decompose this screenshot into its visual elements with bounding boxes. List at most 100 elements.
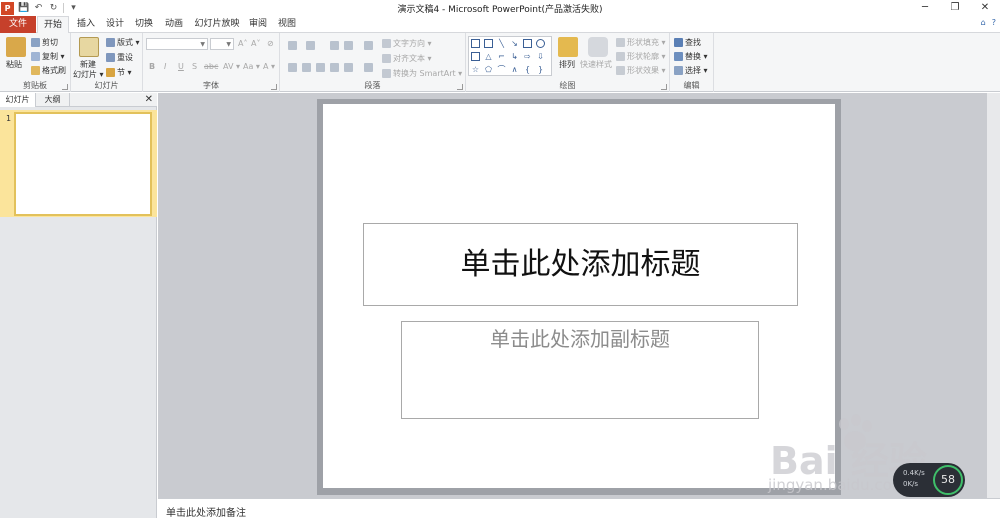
tab-slideshow[interactable]: 幻灯片放映 xyxy=(193,16,241,33)
dialog-launcher-icon[interactable] xyxy=(271,84,277,90)
dialog-launcher-icon[interactable] xyxy=(62,84,68,90)
align-right-icon[interactable] xyxy=(316,63,325,72)
paste-button[interactable]: 粘贴 xyxy=(6,59,22,70)
tab-insert[interactable]: 插入 xyxy=(72,16,100,33)
right-arrow-shape-icon[interactable]: ⇨ xyxy=(523,52,532,61)
shape-fill-button[interactable]: 形状填充 ▾ xyxy=(616,37,666,48)
group-clipboard: 粘贴 剪切 复制 ▾ 格式刷 剪贴板 xyxy=(0,33,71,92)
network-speed-widget[interactable]: 0.4K/s 0K/s 58 xyxy=(893,463,965,497)
brace-left-shape-icon[interactable]: { xyxy=(523,65,532,74)
italic-button[interactable]: I xyxy=(164,62,166,71)
arrange-button[interactable]: 排列 xyxy=(559,59,575,70)
bullets-icon[interactable] xyxy=(288,41,297,50)
layout-button[interactable]: 版式 ▾ xyxy=(106,37,140,48)
title-placeholder[interactable]: 单击此处添加标题 xyxy=(363,223,798,306)
reset-button[interactable]: 重设 xyxy=(106,52,133,63)
clear-format-button[interactable]: ⊘ xyxy=(267,39,274,48)
char-spacing-button[interactable]: AV ▾ xyxy=(223,62,240,71)
close-button[interactable]: ✕ xyxy=(970,0,1000,16)
vertical-textbox-shape-icon[interactable] xyxy=(484,39,493,48)
group-label: 字体 xyxy=(203,81,219,90)
tab-outline-pane[interactable]: 大纲 xyxy=(36,93,70,107)
notes-pane[interactable]: 单击此处添加备注 xyxy=(158,498,1000,518)
paste-icon[interactable] xyxy=(6,37,26,57)
rectangle2-shape-icon[interactable] xyxy=(471,52,480,61)
triangle-shape-icon[interactable]: △ xyxy=(484,52,493,61)
tab-review[interactable]: 审阅 xyxy=(246,16,270,33)
dialog-launcher-icon[interactable] xyxy=(457,84,463,90)
elbow-arrow-shape-icon[interactable]: ↳ xyxy=(510,52,519,61)
help-icon[interactable]: ? xyxy=(992,18,996,27)
find-button[interactable]: 查找 xyxy=(674,37,701,48)
line-spacing-icon[interactable] xyxy=(364,41,373,50)
shape-effects-button[interactable]: 形状效果 ▾ xyxy=(616,65,666,76)
tab-file[interactable]: 文件 xyxy=(0,16,36,33)
quick-styles-button[interactable]: 快速样式 xyxy=(580,59,612,70)
format-painter-button[interactable]: 格式刷 xyxy=(31,65,66,76)
underline-button[interactable]: U xyxy=(178,62,184,71)
text-direction-button[interactable]: 文字方向 ▾ xyxy=(382,38,432,49)
new-slide-dropdown[interactable]: 幻灯片 ▾ xyxy=(73,69,104,80)
tab-transitions[interactable]: 切换 xyxy=(131,16,157,33)
grow-font-button[interactable]: A˄ xyxy=(238,39,247,48)
distribute-icon[interactable] xyxy=(344,63,353,72)
tab-view[interactable]: 视图 xyxy=(275,16,299,33)
oval-shape-icon[interactable] xyxy=(536,39,545,48)
shadow-button[interactable]: S xyxy=(192,62,197,71)
slides-pane: 幻灯片 大纲 ✕ 1 xyxy=(0,93,157,518)
align-left-icon[interactable] xyxy=(288,63,297,72)
close-pane-icon[interactable]: ✕ xyxy=(145,93,153,107)
vertical-scrollbar[interactable] xyxy=(987,93,1000,498)
minimize-button[interactable]: ─ xyxy=(910,0,940,16)
group-editing: 查找 替换 ▾ 选择 ▾ 编辑 xyxy=(670,33,714,92)
brace-right-shape-icon[interactable]: } xyxy=(536,65,545,74)
minimize-ribbon-icon[interactable]: ⌂ xyxy=(981,18,986,27)
align-text-button[interactable]: 对齐文本 ▾ xyxy=(382,53,432,64)
shrink-font-button[interactable]: A˅ xyxy=(251,39,260,48)
curve-shape-icon[interactable]: ⌒ xyxy=(497,65,506,74)
section-icon xyxy=(106,68,115,77)
font-size-combo[interactable]: ▼ xyxy=(210,38,234,50)
select-button[interactable]: 选择 ▾ xyxy=(674,65,708,76)
slide-thumbnail[interactable] xyxy=(14,112,152,216)
line-shape-icon[interactable]: ╲ xyxy=(497,39,506,48)
tab-slides-pane[interactable]: 幻灯片 xyxy=(0,93,36,107)
slide-thumbnail-row[interactable]: 1 xyxy=(0,110,157,217)
freeform-shape-icon[interactable]: ∧ xyxy=(510,65,519,74)
align-center-icon[interactable] xyxy=(302,63,311,72)
new-slide-icon[interactable] xyxy=(79,37,99,57)
justify-icon[interactable] xyxy=(330,63,339,72)
textbox-shape-icon[interactable] xyxy=(471,39,480,48)
subtitle-placeholder[interactable]: 单击此处添加副标题 xyxy=(401,321,759,419)
quick-styles-icon[interactable] xyxy=(588,37,608,57)
strikethrough-button[interactable]: abc xyxy=(204,62,218,71)
section-button[interactable]: 节 ▾ xyxy=(106,67,132,78)
font-color-button[interactable]: A ▾ xyxy=(263,62,275,71)
shape-outline-button[interactable]: 形状轮廓 ▾ xyxy=(616,51,666,62)
elbow-shape-icon[interactable]: ⌐ xyxy=(497,52,506,61)
bold-button[interactable]: B xyxy=(149,62,155,71)
restore-button[interactable]: ❐ xyxy=(940,0,970,16)
dialog-launcher-icon[interactable] xyxy=(661,84,667,90)
smartart-button[interactable]: 转换为 SmartArt ▾ xyxy=(382,68,462,79)
pentagon-shape-icon[interactable]: ⬠ xyxy=(484,65,493,74)
arrow-line-shape-icon[interactable]: ↘ xyxy=(510,39,519,48)
rectangle-shape-icon[interactable] xyxy=(523,39,532,48)
decrease-indent-icon[interactable] xyxy=(330,41,339,50)
font-family-combo[interactable]: ▼ xyxy=(146,38,208,50)
shapes-gallery[interactable]: ╲ ↘ △ ⌐ ↳ ⇨ ⇩ ☆ ⬠ ⌒ ∧ { } xyxy=(468,36,552,76)
star-shape-icon[interactable]: ☆ xyxy=(471,65,480,74)
numbering-icon[interactable] xyxy=(306,41,315,50)
down-arrow-shape-icon[interactable]: ⇩ xyxy=(536,52,545,61)
copy-button[interactable]: 复制 ▾ xyxy=(31,51,65,62)
change-case-button[interactable]: Aa ▾ xyxy=(243,62,260,71)
columns-icon[interactable] xyxy=(364,63,373,72)
cut-button[interactable]: 剪切 xyxy=(31,37,58,48)
tab-animations[interactable]: 动画 xyxy=(161,16,187,33)
arrange-icon[interactable] xyxy=(558,37,578,57)
tab-design[interactable]: 设计 xyxy=(102,16,128,33)
group-label: 编辑 xyxy=(683,81,700,90)
tab-home[interactable]: 开始 xyxy=(37,16,69,34)
replace-button[interactable]: 替换 ▾ xyxy=(674,51,708,62)
increase-indent-icon[interactable] xyxy=(344,41,353,50)
